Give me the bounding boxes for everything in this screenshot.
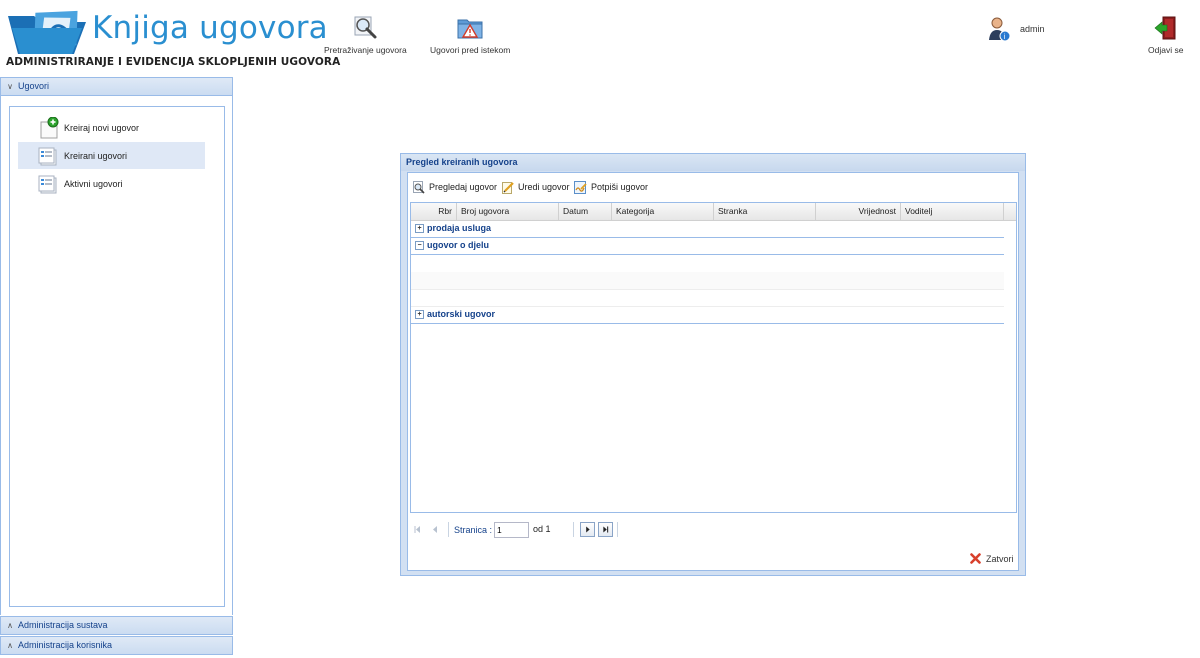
table-row[interactable] xyxy=(411,255,1004,273)
sign-contract-label: Potpiši ugovor xyxy=(591,182,649,192)
section-label: Ugovori xyxy=(18,81,50,91)
column-header[interactable]: Kategorija xyxy=(612,203,714,220)
new-document-icon xyxy=(40,117,59,139)
app-header: Knjiga ugovora ADMINISTRIRANJE I EVIDENC… xyxy=(0,0,1200,76)
view-contract-button[interactable]: Pregledaj ugovor xyxy=(413,179,497,195)
chevron-down-icon: ∨ xyxy=(7,82,13,91)
view-contract-label: Pregledaj ugovor xyxy=(429,182,498,192)
column-header[interactable]: Datum xyxy=(559,203,612,220)
tree-item-create-contract[interactable]: Kreiraj novi ugovor xyxy=(18,114,205,141)
column-header[interactable]: Broj ugovora xyxy=(457,203,559,220)
user-info: i admin xyxy=(986,16,1066,46)
tree-item-label: Aktivni ugovori xyxy=(64,179,123,189)
page-number-input[interactable] xyxy=(494,522,529,538)
app-logo: Knjiga ugovora ADMINISTRIRANJE I EVIDENC… xyxy=(6,6,340,72)
edit-contract-button[interactable]: Uredi ugovor xyxy=(502,179,570,195)
next-page-icon[interactable] xyxy=(580,522,595,537)
expiring-contracts-label: Ugovori pred istekom xyxy=(430,45,511,55)
group-label: prodaja usluga xyxy=(427,223,492,233)
app-subtitle: ADMINISTRIRANJE I EVIDENCIJA SKLOPLJENIH… xyxy=(6,56,341,68)
document-list-icon xyxy=(38,147,57,166)
search-contracts-label: Pretraživanje ugovora xyxy=(324,45,407,55)
collapse-icon[interactable]: − xyxy=(415,241,424,250)
window-body: Pregledaj ugovor Uredi ugovor Potpiši ug… xyxy=(407,172,1019,571)
magnifier-icon xyxy=(354,16,377,39)
svg-text:i: i xyxy=(1004,33,1006,41)
group-row-autorski-ugovor[interactable]: + autorski ugovor xyxy=(411,306,1004,324)
tree-item-created-contracts[interactable]: Kreirani ugovori xyxy=(18,142,205,169)
logout-button[interactable]: Odjavi se xyxy=(1148,16,1183,55)
section-ugovori-body: Kreiraj novi ugovor Kreirani ugovori Akt… xyxy=(0,96,233,615)
edit-pencil-icon xyxy=(502,181,514,194)
column-header[interactable]: Stranka xyxy=(714,203,816,220)
section-user-admin-header[interactable]: ∧ Administracija korisnika xyxy=(0,636,233,655)
folder-warning-icon xyxy=(457,19,483,39)
close-window-button[interactable]: Zatvori xyxy=(970,553,1014,564)
folder-logo-icon xyxy=(8,10,86,54)
close-icon xyxy=(970,553,981,564)
chevron-up-icon: ∧ xyxy=(7,621,13,630)
paging-toolbar: Stranica : od 1 xyxy=(410,518,1017,542)
sign-contract-button[interactable]: Potpiši ugovor xyxy=(574,179,648,195)
first-page-icon[interactable] xyxy=(410,522,425,537)
pager-separator xyxy=(573,522,574,537)
search-contracts-button[interactable]: Pretraživanje ugovora xyxy=(324,16,407,55)
user-name: admin xyxy=(1020,24,1045,34)
window-title: Pregled kreiranih ugovora xyxy=(401,154,1025,171)
section-system-admin-header[interactable]: ∧ Administracija sustava xyxy=(0,616,233,635)
page-label: Stranica : xyxy=(454,525,493,535)
previous-page-icon[interactable] xyxy=(428,522,443,537)
column-header[interactable]: Voditelj xyxy=(901,203,1004,220)
logout-label: Odjavi se xyxy=(1148,45,1184,55)
created-contracts-window[interactable]: Pregled kreiranih ugovora Pregledaj ugov… xyxy=(400,153,1026,576)
section-label: Administracija korisnika xyxy=(18,640,113,650)
group-row-ugovor-o-djelu[interactable]: − ugovor o djelu xyxy=(411,237,1004,255)
close-label: Zatvori xyxy=(986,553,1014,564)
edit-contract-label: Uredi ugovor xyxy=(518,182,570,192)
view-document-icon xyxy=(413,180,425,194)
group-row-prodaja-usluga[interactable]: + prodaja usluga xyxy=(411,220,1004,238)
section-ugovori-header[interactable]: ∨ Ugovori xyxy=(0,77,233,96)
grid-header: Rbr Broj ugovora Datum Kategorija Strank… xyxy=(411,203,1016,221)
tree-item-label: Kreiraj novi ugovor xyxy=(64,123,140,133)
tree-item-active-contracts[interactable]: Aktivni ugovori xyxy=(18,170,205,197)
sidebar: ∨ Ugovori Kreiraj novi ugovor Kreirani u… xyxy=(0,77,233,658)
tree-item-label: Kreirani ugovori xyxy=(64,151,128,161)
column-header[interactable]: Vrijednost xyxy=(816,203,901,220)
column-header[interactable]: Rbr xyxy=(411,203,457,220)
user-icon: i xyxy=(989,17,1011,42)
expand-icon[interactable]: + xyxy=(415,310,424,319)
pager-separator xyxy=(448,522,449,537)
chevron-up-icon: ∧ xyxy=(7,641,13,650)
sign-document-icon xyxy=(574,180,587,194)
exit-door-icon xyxy=(1154,16,1176,40)
pager-separator xyxy=(617,522,618,537)
section-label: Administracija sustava xyxy=(18,620,108,630)
contracts-tree: Kreiraj novi ugovor Kreirani ugovori Akt… xyxy=(9,106,225,607)
last-page-icon[interactable] xyxy=(598,522,613,537)
expiring-contracts-button[interactable]: Ugovori pred istekom xyxy=(430,16,510,55)
group-label: autorski ugovor xyxy=(427,309,496,319)
group-label: ugovor o djelu xyxy=(427,240,489,250)
contracts-grid: Rbr Broj ugovora Datum Kategorija Strank… xyxy=(410,202,1017,513)
expand-icon[interactable]: + xyxy=(415,224,424,233)
page-count-label: od 1 xyxy=(533,524,551,534)
document-list-icon xyxy=(38,175,57,194)
app-title: Knjiga ugovora xyxy=(92,10,328,46)
table-row[interactable] xyxy=(411,272,1004,290)
table-row[interactable] xyxy=(411,289,1004,307)
